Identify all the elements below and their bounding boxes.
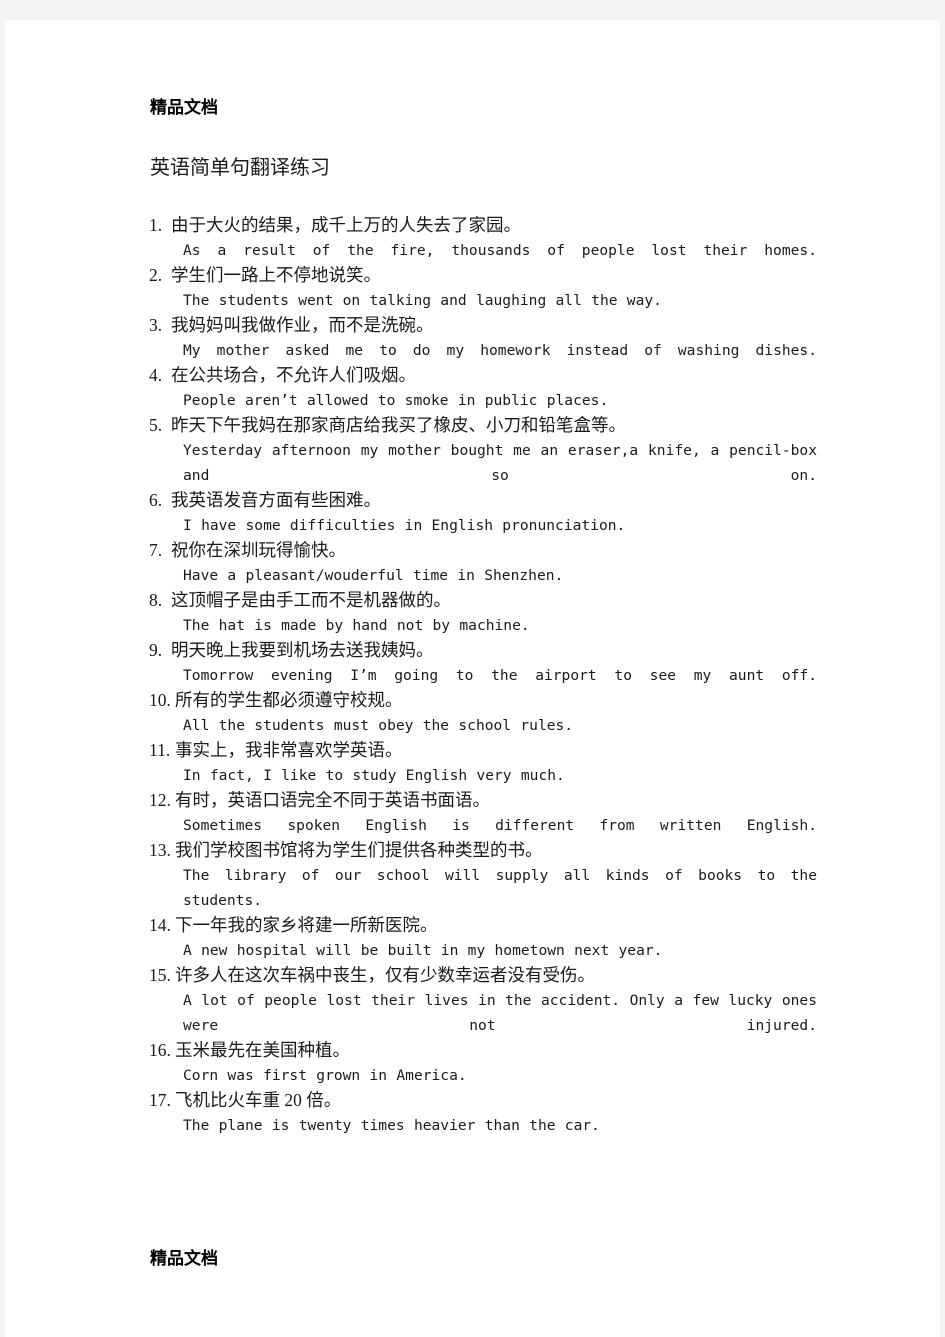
exercise-number: 2. [149, 265, 163, 285]
exercise-english-answer: The students went on talking and laughin… [183, 292, 662, 309]
exercise-chinese-text: 我妈妈叫我做作业，而不是洗碗。 [171, 315, 434, 335]
exercise-item: 2. 学生们一路上不停地说笑。 The students went on talki… [149, 263, 817, 313]
watermark-header: 精品文档 [150, 98, 218, 118]
exercise-chinese-line: 10. 所有的学生都必须遵守校规。 [149, 688, 817, 713]
exercise-item: 9. 明天晚上我要到机场去送我姨妈。 Tomorrow evening I’m go… [149, 638, 817, 688]
exercise-item: 16. 玉米最先在美国种植。 Corn was first grown in Ame… [149, 1038, 817, 1088]
watermark-footer: 精品文档 [150, 1249, 218, 1269]
exercise-chinese-line: 5. 昨天下午我妈在那家商店给我买了橡皮、小刀和铅笔盒等。 [149, 413, 817, 438]
exercise-english-answer: In fact, I like to study English very mu… [183, 767, 565, 784]
exercise-number: 10. [149, 690, 171, 710]
exercise-english-answer: Yesterday afternoon my mother bought me … [183, 442, 817, 484]
exercise-chinese-text: 下一年我的家乡将建一所新医院。 [175, 915, 438, 935]
exercise-item: 11. 事实上，我非常喜欢学英语。 In fact, I like to study… [149, 738, 817, 788]
exercise-number: 13. [149, 840, 171, 860]
exercise-chinese-line: 16. 玉米最先在美国种植。 [149, 1038, 817, 1063]
exercise-chinese-text: 我英语发音方面有些困难。 [171, 490, 381, 510]
exercise-chinese-text: 由于大火的结果，成千上万的人失去了家园。 [171, 215, 521, 235]
exercise-chinese-text: 在公共场合，不允许人们吸烟。 [171, 365, 416, 385]
exercise-number: 15. [149, 965, 171, 985]
exercise-item: 8. 这顶帽子是由手工而不是机器做的。 The hat is made by han… [149, 588, 817, 638]
exercise-chinese-line: 9. 明天晚上我要到机场去送我姨妈。 [149, 638, 817, 663]
exercise-english-answer: My mother asked me to do my homework ins… [183, 342, 817, 359]
exercise-chinese-text: 我们学校图书馆将为学生们提供各种类型的书。 [175, 840, 543, 860]
exercise-number: 5. [149, 415, 163, 435]
exercise-chinese-text: 学生们一路上不停地说笑。 [171, 265, 381, 285]
exercise-english-answer: The plane is twenty times heavier than t… [183, 1117, 600, 1134]
exercise-number: 12. [149, 790, 171, 810]
exercise-english-answer: People aren’t allowed to smoke in public… [183, 392, 609, 409]
exercise-number: 1. [149, 215, 163, 235]
exercise-chinese-text: 昨天下午我妈在那家商店给我买了橡皮、小刀和铅笔盒等。 [171, 415, 626, 435]
exercise-chinese-line: 7. 祝你在深圳玩得愉快。 [149, 538, 817, 563]
exercise-number: 9. [149, 640, 163, 660]
exercise-number: 11. [149, 740, 171, 760]
exercise-chinese-line: 2. 学生们一路上不停地说笑。 [149, 263, 817, 288]
exercise-chinese-line: 8. 这顶帽子是由手工而不是机器做的。 [149, 588, 817, 613]
exercise-english-answer: A new hospital will be built in my homet… [183, 942, 663, 959]
exercise-number: 8. [149, 590, 163, 610]
exercise-chinese-line: 3. 我妈妈叫我做作业，而不是洗碗。 [149, 313, 817, 338]
exercise-item: 12. 有时，英语口语完全不同于英语书面语。 Sometimes spoken En… [149, 788, 817, 838]
exercise-item: 13. 我们学校图书馆将为学生们提供各种类型的书。 The library of o… [149, 838, 817, 913]
exercise-english-answer: The hat is made by hand not by machine. [183, 617, 530, 634]
exercise-item: 5. 昨天下午我妈在那家商店给我买了橡皮、小刀和铅笔盒等。 Yesterday af… [149, 413, 817, 488]
document-page: 精品文档 英语简单句翻译练习 1. 由于大火的结果，成千上万的人失去了家园。 As … [5, 20, 940, 1337]
exercise-english-answer: Corn was first grown in America. [183, 1067, 467, 1084]
exercise-item: 4. 在公共场合，不允许人们吸烟。 People aren’t allowed to… [149, 363, 817, 413]
exercise-number: 6. [149, 490, 163, 510]
exercise-chinese-line: 11. 事实上，我非常喜欢学英语。 [149, 738, 817, 763]
page-title: 英语简单句翻译练习 [150, 157, 330, 179]
exercise-english-answer: Sometimes spoken English is different fr… [183, 817, 817, 834]
exercise-chinese-text: 所有的学生都必须遵守校规。 [175, 690, 403, 710]
exercise-english-answer: A lot of people lost their lives in the … [183, 992, 817, 1034]
exercise-chinese-line: 12. 有时，英语口语完全不同于英语书面语。 [149, 788, 817, 813]
exercise-chinese-line: 4. 在公共场合，不允许人们吸烟。 [149, 363, 817, 388]
exercise-item: 10. 所有的学生都必须遵守校规。 All the students must ob… [149, 688, 817, 738]
exercise-english-answer: The library of our school will supply al… [183, 867, 817, 909]
exercise-chinese-line: 17. 飞机比火车重 20 倍。 [149, 1088, 817, 1113]
exercise-english-answer: All the students must obey the school ru… [183, 717, 574, 734]
exercise-number: 4. [149, 365, 163, 385]
canvas: 精品文档 英语简单句翻译练习 1. 由于大火的结果，成千上万的人失去了家园。 As … [0, 0, 945, 1337]
exercise-chinese-text: 有时，英语口语完全不同于英语书面语。 [175, 790, 490, 810]
exercise-item: 7. 祝你在深圳玩得愉快。 Have a pleasant/wouderful ti… [149, 538, 817, 588]
exercise-item: 1. 由于大火的结果，成千上万的人失去了家园。 As a result of the… [149, 213, 817, 263]
exercise-english-answer: I have some difficulties in English pron… [183, 517, 626, 534]
exercise-number: 7. [149, 540, 163, 560]
exercise-chinese-text: 玉米最先在美国种植。 [175, 1040, 350, 1060]
exercise-number: 17. [149, 1090, 171, 1110]
exercise-english-answer: As a result of the fire, thousands of pe… [183, 242, 817, 259]
exercise-chinese-text: 祝你在深圳玩得愉快。 [171, 540, 346, 560]
exercise-chinese-text: 事实上，我非常喜欢学英语。 [175, 740, 403, 760]
exercise-chinese-line: 13. 我们学校图书馆将为学生们提供各种类型的书。 [149, 838, 817, 863]
exercise-english-answer: Tomorrow evening I’m going to the airpor… [183, 667, 817, 684]
exercise-chinese-line: 1. 由于大火的结果，成千上万的人失去了家园。 [149, 213, 817, 238]
exercise-chinese-line: 15. 许多人在这次车祸中丧生，仅有少数幸运者没有受伤。 [149, 963, 817, 988]
exercise-list: 1. 由于大火的结果，成千上万的人失去了家园。 As a result of the… [149, 213, 817, 1138]
exercise-item: 17. 飞机比火车重 20 倍。 The plane is twenty times… [149, 1088, 817, 1138]
exercise-item: 3. 我妈妈叫我做作业，而不是洗碗。 My mother asked me to d… [149, 313, 817, 363]
exercise-item: 6. 我英语发音方面有些困难。 I have some difficulties i… [149, 488, 817, 538]
exercise-item: 14. 下一年我的家乡将建一所新医院。 A new hospital will be… [149, 913, 817, 963]
exercise-item: 15. 许多人在这次车祸中丧生，仅有少数幸运者没有受伤。 A lot of peop… [149, 963, 817, 1038]
exercise-chinese-line: 6. 我英语发音方面有些困难。 [149, 488, 817, 513]
exercise-number: 3. [149, 315, 163, 335]
exercise-chinese-line: 14. 下一年我的家乡将建一所新医院。 [149, 913, 817, 938]
exercise-chinese-text: 许多人在这次车祸中丧生，仅有少数幸运者没有受伤。 [175, 965, 595, 985]
exercise-number: 14. [149, 915, 171, 935]
exercise-chinese-text: 这顶帽子是由手工而不是机器做的。 [171, 590, 451, 610]
exercise-number: 16. [149, 1040, 171, 1060]
exercise-english-answer: Have a pleasant/wouderful time in Shenzh… [183, 567, 564, 584]
exercise-chinese-text: 明天晚上我要到机场去送我姨妈。 [171, 640, 434, 660]
exercise-chinese-text: 飞机比火车重 20 倍。 [175, 1090, 342, 1110]
